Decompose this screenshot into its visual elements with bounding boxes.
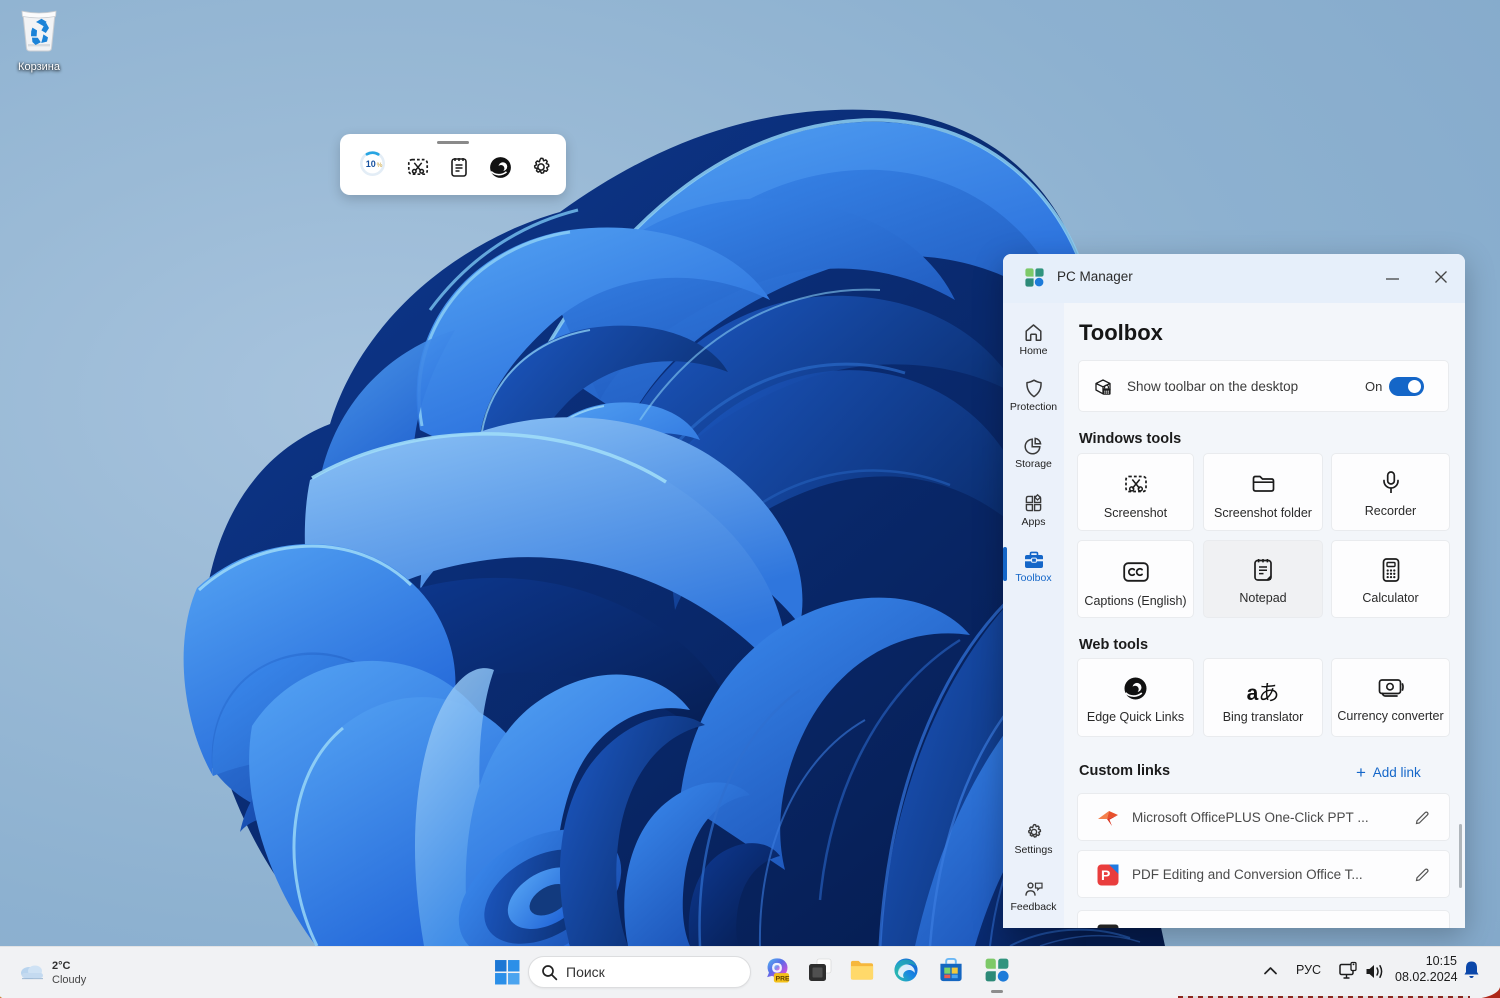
svg-text:PRE: PRE	[776, 975, 790, 982]
svg-text:10: 10	[366, 159, 376, 169]
svg-text:%: %	[377, 162, 383, 169]
svg-text:P: P	[1101, 867, 1110, 883]
